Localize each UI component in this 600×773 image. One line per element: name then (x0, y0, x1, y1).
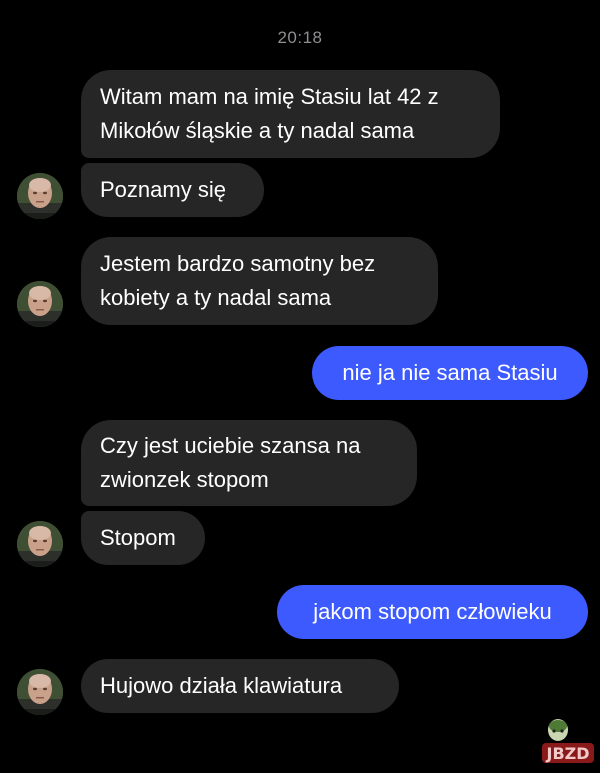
sender-avatar[interactable] (17, 281, 63, 327)
message-line: Mikołów śląskie a ty nadal sama (100, 118, 415, 143)
message-bubble-outgoing[interactable]: nie ja nie sama Stasiu (312, 346, 588, 400)
message-bubble-incoming[interactable]: Jestem bardzo samotny bez kobiety a ty n… (81, 237, 438, 325)
person-photo-icon (17, 521, 63, 567)
watermark-text: JBZD (545, 744, 589, 763)
message-bubble-incoming[interactable]: Hujowo działa klawiatura (81, 659, 399, 713)
person-photo-icon (17, 669, 63, 715)
message-line: Czy jest uciebie szansa na (100, 433, 361, 458)
watermark-mascot-icon: JBZD (542, 719, 594, 763)
message-line: zwionzek stopom (100, 467, 269, 492)
sender-avatar[interactable] (17, 521, 63, 567)
person-photo-icon (17, 281, 63, 327)
message-line: Poznamy się (100, 177, 226, 202)
message-line: Hujowo działa klawiatura (100, 673, 343, 698)
message-bubble-incoming[interactable]: Czy jest uciebie szansa na zwionzek stop… (81, 420, 417, 506)
jbzd-watermark-logo: JBZD (540, 716, 594, 768)
message-line: jakom stopom człowieku (313, 599, 552, 624)
person-photo-icon (17, 173, 63, 219)
message-line: Witam mam na imię Stasiu lat 42 z (100, 84, 439, 109)
message-line: kobiety a ty nadal sama (100, 285, 332, 310)
message-timestamp: 20:18 (277, 28, 323, 47)
message-bubble-incoming[interactable]: Stopom (81, 511, 205, 565)
message-line: Stopom (100, 525, 176, 550)
message-bubble-incoming[interactable]: Poznamy się (81, 163, 264, 217)
sender-avatar[interactable] (17, 173, 63, 219)
message-line: nie ja nie sama Stasiu (342, 360, 558, 385)
message-bubble-outgoing[interactable]: jakom stopom człowieku (277, 585, 588, 639)
message-line: Jestem bardzo samotny bez (100, 251, 376, 276)
message-bubble-incoming[interactable]: Witam mam na imię Stasiu lat 42 z Mikołó… (81, 70, 500, 158)
sender-avatar[interactable] (17, 669, 63, 715)
